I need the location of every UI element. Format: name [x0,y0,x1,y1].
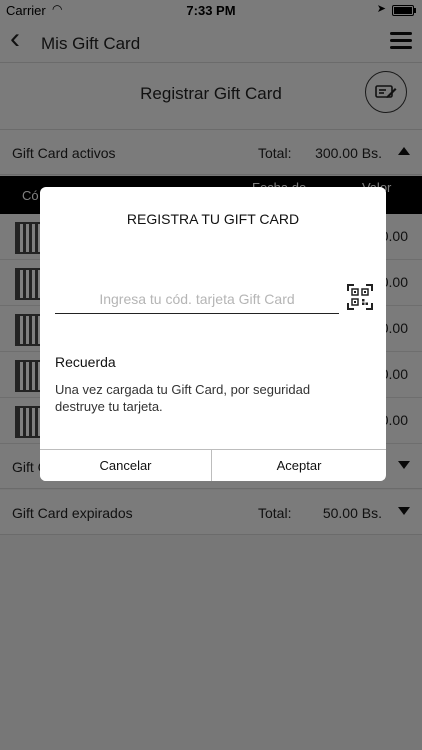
remember-title: Recuerda [55,354,116,370]
cancel-button[interactable]: Cancelar [40,450,212,481]
remember-text: Una vez cargada tu Gift Card, por seguri… [55,382,311,414]
qr-scan-icon[interactable] [347,284,373,315]
accept-button[interactable]: Aceptar [213,450,385,481]
register-gift-card-dialog: REGISTRA TU GIFT CARD Recuerda Una vez c… [40,187,386,481]
dialog-button-bar: Cancelar Aceptar [40,449,386,481]
gift-card-code-input[interactable] [55,285,339,314]
dialog-title: REGISTRA TU GIFT CARD [126,211,300,227]
